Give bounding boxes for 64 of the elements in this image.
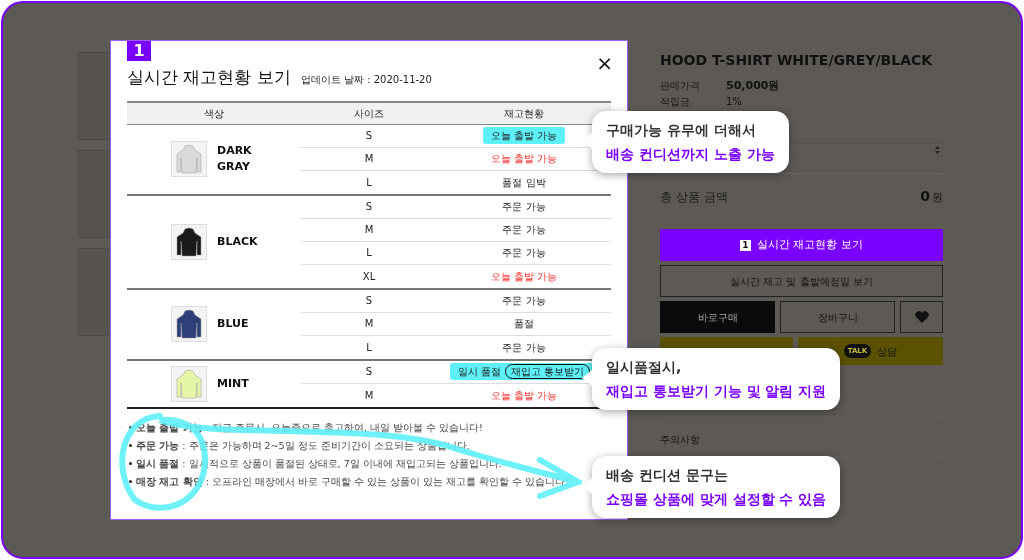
stock-status-button[interactable]: 1 실시간 재고현황 보기 (660, 229, 943, 261)
status-text: 오늘 출발 가능 (490, 129, 558, 143)
total-value: 0 (920, 187, 930, 206)
status-text: 일시 품절 (457, 365, 501, 379)
status-text: 주문 가능 (502, 200, 546, 214)
number-badge: 1 (740, 239, 751, 251)
hoodie-photo-placeholder (171, 365, 207, 402)
heart-icon (914, 311, 929, 323)
column-header: 사이즈 (353, 106, 385, 121)
callout-text: 배송 컨디션 문구는 (606, 466, 729, 484)
info-value: 50,000원 (726, 79, 780, 93)
color-name: MINT (217, 375, 250, 392)
status-text: 주문 가능 (502, 294, 546, 308)
number-badge: 1 (127, 41, 151, 61)
column-header: 색상 (203, 106, 225, 121)
notice-heading: 주의사항 (660, 433, 701, 447)
currency-unit: 원 (932, 190, 943, 206)
product-title: HOOD T-SHIRT WHITE/GREY/BLACK (660, 51, 934, 70)
info-label: 판매가격 (660, 79, 701, 93)
select-arrows-icon (935, 146, 940, 154)
column-header: 재고현황 (503, 106, 545, 121)
info-label: 적립금 (660, 95, 691, 109)
size-text: M (363, 152, 375, 166)
size-text: L (365, 175, 373, 190)
callout-text: 구매가능 유무에 더해서 (606, 121, 757, 139)
callout-highlight-text: 재입고 통보받기 기능 및 알림 지원 (606, 382, 827, 400)
info-value: 1% (726, 95, 742, 109)
color-name: DARK GRAY (217, 143, 253, 175)
status-text: 주문 가능 (502, 223, 546, 237)
button-label: 실시간 재고현황 보기 (757, 236, 863, 253)
callout-highlight-text: 쇼핑몰 상품에 맞게 설정할 수 있음 (606, 490, 827, 508)
color-name: BLACK (217, 233, 259, 250)
hoodie-photo-placeholder (171, 141, 207, 177)
status-text: 주문 가능 (502, 340, 546, 355)
size-text: S (364, 365, 374, 379)
status-text: 주문 가능 (502, 246, 546, 260)
close-button[interactable]: × (596, 53, 613, 73)
callout-highlight-text: 배송 컨디션까지 노출 가능 (606, 145, 775, 163)
callout-text: 일시품절시, (606, 358, 683, 376)
size-text: S (364, 200, 374, 214)
bullet-icon (129, 461, 132, 465)
status-text: 오늘 출발 가능 (490, 152, 558, 166)
status-text: 오늘 출발 가능 (490, 388, 558, 403)
update-date: 업데이트 날짜 : 2020-11-20 (300, 73, 432, 87)
status-text: 품절 임박 (502, 175, 546, 190)
wishlist-button[interactable] (900, 301, 943, 333)
size-text: S (364, 294, 374, 308)
bullet-icon (129, 443, 132, 447)
size-text: M (363, 388, 375, 403)
hoodie-photo-placeholder (171, 306, 207, 342)
size-text: S (364, 129, 374, 143)
status-text: 품절 (514, 317, 534, 331)
buy-now-button[interactable]: 바로구매 (660, 301, 775, 333)
size-text: L (365, 246, 373, 260)
status-text: 오늘 출발 가능 (490, 269, 558, 284)
modal-title: 실시간 재고현황 보기 (127, 66, 291, 89)
size-text: L (365, 340, 373, 355)
bullet-icon (129, 479, 132, 483)
size-text: M (363, 317, 375, 331)
hoodie-photo-placeholder (171, 223, 207, 260)
total-label: 총 상품 금액 (660, 188, 728, 206)
size-text: XL (361, 269, 377, 284)
color-name: BLUE (217, 316, 250, 332)
size-text: M (363, 223, 375, 237)
